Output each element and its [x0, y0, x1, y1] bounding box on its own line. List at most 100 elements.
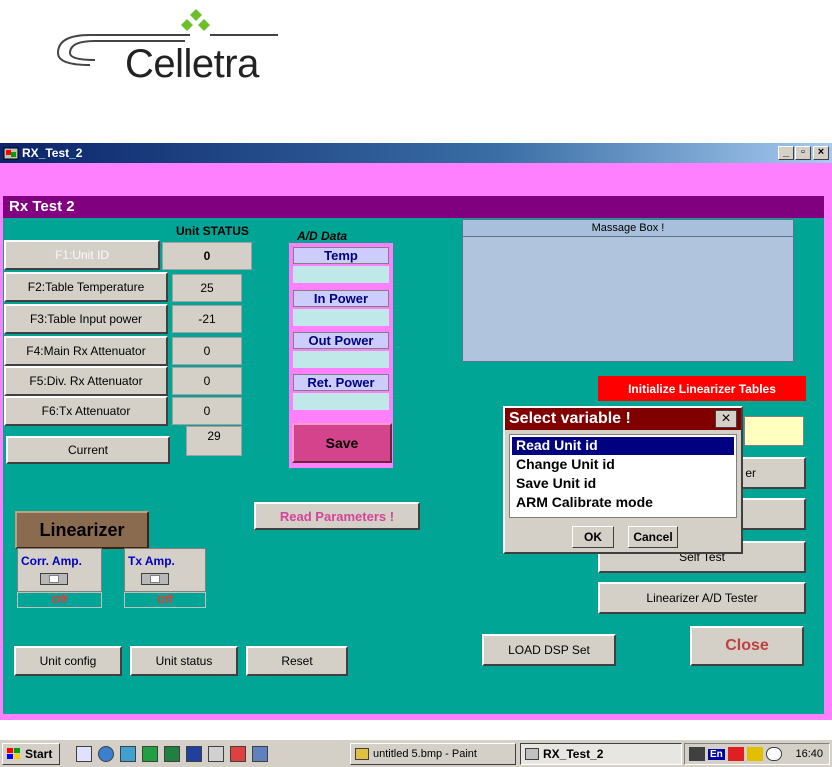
quick-launch-word-icon[interactable]: [186, 746, 202, 762]
unit-status-header: Unit STATUS: [176, 224, 249, 238]
paint-icon: [355, 748, 369, 760]
option-read-unit-id[interactable]: Read Unit id: [512, 437, 734, 455]
f1-unit-id-button[interactable]: F1:Unit ID: [4, 240, 160, 270]
tray-network-icon[interactable]: [689, 747, 705, 761]
unit-status-button[interactable]: Unit status: [130, 646, 238, 676]
linearizer-title: Linearizer: [15, 511, 149, 549]
start-button[interactable]: Start: [2, 743, 60, 765]
option-arm-calibrate-mode[interactable]: ARM Calibrate mode: [512, 494, 734, 512]
dialog-close-button[interactable]: ×: [715, 410, 737, 428]
dialog-title-text: Select variable !: [509, 410, 631, 427]
f6-label: F6:Tx Attenuator: [41, 404, 131, 418]
quick-launch-calc-icon[interactable]: [208, 746, 224, 762]
window-close-button[interactable]: ×: [813, 146, 829, 160]
f3-label: F3:Table Input power: [29, 312, 143, 326]
taskbar-paint-label: untitled 5.bmp - Paint: [373, 748, 477, 760]
quick-launch-outlook-icon[interactable]: [120, 746, 136, 762]
linearizer-ad-tester-label: Linearizer A/D Tester: [646, 591, 758, 605]
start-label: Start: [25, 747, 53, 761]
minimize-button[interactable]: _: [778, 146, 794, 160]
taskbar-rx-test-2-label: RX_Test_2: [543, 747, 604, 761]
tx-amp-state: Off: [124, 592, 206, 608]
current-label: Current: [67, 443, 108, 457]
window-titlebar[interactable]: RX_Test_2 _ ▫ ×: [0, 143, 832, 163]
system-tray: En 16:40: [684, 743, 830, 765]
windows-logo-icon: [7, 748, 20, 759]
yellow-input-field[interactable]: [744, 416, 804, 446]
quick-launch-ie-icon[interactable]: [98, 746, 114, 762]
out-power-value: [293, 351, 389, 368]
quick-launch-app-icon[interactable]: [142, 746, 158, 762]
reset-label: Reset: [281, 654, 313, 668]
read-parameters-button[interactable]: Read Parameters !: [254, 502, 420, 530]
ret-power-value: [293, 393, 389, 410]
temp-value: [293, 266, 389, 283]
maximize-button[interactable]: ▫: [795, 146, 811, 160]
app-icon: [3, 147, 19, 160]
variable-list[interactable]: Read Unit id Change Unit id Save Unit id…: [509, 434, 737, 518]
save-button[interactable]: Save: [292, 423, 392, 463]
quick-launch-desktop-icon[interactable]: [252, 746, 268, 762]
f6-tx-attenuator-button[interactable]: F6:Tx Attenuator: [4, 396, 168, 426]
f5-div-rx-attenuator-button[interactable]: F5:Div. Rx Attenuator: [4, 366, 168, 396]
in-power-value: [293, 309, 389, 326]
current-value: 29: [186, 426, 242, 456]
quick-launch-powerpoint-icon[interactable]: [230, 746, 246, 762]
taskbar-rx-test-2[interactable]: RX_Test_2: [520, 743, 682, 765]
unit-status-label: Unit status: [155, 654, 213, 668]
load-dsp-set-label: LOAD DSP Set: [508, 643, 590, 657]
quick-launch-edit-icon[interactable]: [76, 746, 92, 762]
message-box: Massage Box !: [462, 219, 794, 362]
ret-power-label: Ret. Power: [293, 374, 389, 391]
corr-amp-toggle[interactable]: Corr. Amp.: [17, 548, 102, 592]
tx-amp-label: Tx Amp.: [128, 554, 175, 568]
corr-amp-switch[interactable]: [40, 573, 68, 585]
unit-id-value: 0: [162, 242, 252, 270]
taskbar: Start untitled 5.bmp - Paint RX_Test_2 E…: [0, 739, 832, 767]
div-rx-attenuator-value: 0: [172, 367, 242, 395]
main-rx-attenuator-value: 0: [172, 337, 242, 365]
table-temperature-value: 25: [172, 274, 242, 302]
taskbar-paint[interactable]: untitled 5.bmp - Paint: [350, 743, 516, 765]
f4-main-rx-attenuator-button[interactable]: F4:Main Rx Attenuator: [4, 336, 168, 366]
option-change-unit-id[interactable]: Change Unit id: [512, 456, 734, 474]
tray-app-icon[interactable]: [727, 747, 744, 761]
message-box-title: Massage Box !: [463, 220, 793, 237]
dialog-title: Select variable !: [505, 408, 741, 430]
select-variable-dialog[interactable]: Select variable ! × Read Unit id Change …: [503, 406, 743, 554]
in-power-label: In Power: [293, 290, 389, 307]
logo-wordmark: Celletra: [125, 42, 259, 86]
tray-pen-icon[interactable]: [746, 747, 763, 761]
tx-amp-switch[interactable]: [141, 573, 169, 585]
f5-label: F5:Div. Rx Attenuator: [29, 374, 143, 388]
tx-amp-toggle[interactable]: Tx Amp.: [124, 548, 206, 592]
load-dsp-set-button[interactable]: LOAD DSP Set: [482, 634, 616, 666]
ok-button[interactable]: OK: [572, 526, 614, 548]
quick-launch-excel-icon[interactable]: [164, 746, 180, 762]
taskbar-clock[interactable]: 16:40: [795, 748, 823, 760]
f2-label: F2:Table Temperature: [27, 280, 145, 294]
corr-amp-state: Off: [17, 592, 102, 608]
unit-config-label: Unit config: [39, 654, 97, 668]
rx-test-icon: [525, 748, 539, 760]
hidden-er-label: er: [745, 466, 756, 480]
cancel-button[interactable]: Cancel: [628, 526, 678, 548]
tray-clock-app-icon[interactable]: [765, 747, 782, 761]
reset-button[interactable]: Reset: [246, 646, 348, 676]
temp-label: Temp: [293, 247, 389, 264]
close-button[interactable]: Close: [690, 626, 804, 666]
corr-amp-label: Corr. Amp.: [21, 554, 82, 568]
unit-config-button[interactable]: Unit config: [14, 646, 122, 676]
f4-label: F4:Main Rx Attenuator: [26, 344, 146, 358]
linearizer-ad-tester-button[interactable]: Linearizer A/D Tester: [598, 582, 806, 614]
f2-table-temperature-button[interactable]: F2:Table Temperature: [4, 272, 168, 302]
ad-data-header: A/D Data: [297, 229, 348, 243]
current-button[interactable]: Current: [6, 436, 170, 464]
option-save-unit-id[interactable]: Save Unit id: [512, 475, 734, 493]
panel-title: Rx Test 2: [3, 196, 824, 218]
tray-language-indicator[interactable]: En: [708, 748, 725, 760]
window-title: RX_Test_2: [22, 146, 83, 160]
f3-table-input-power-button[interactable]: F3:Table Input power: [4, 304, 168, 334]
tx-attenuator-value: 0: [172, 397, 242, 425]
initialize-linearizer-tables-button[interactable]: Initialize Linearizer Tables: [598, 376, 806, 401]
